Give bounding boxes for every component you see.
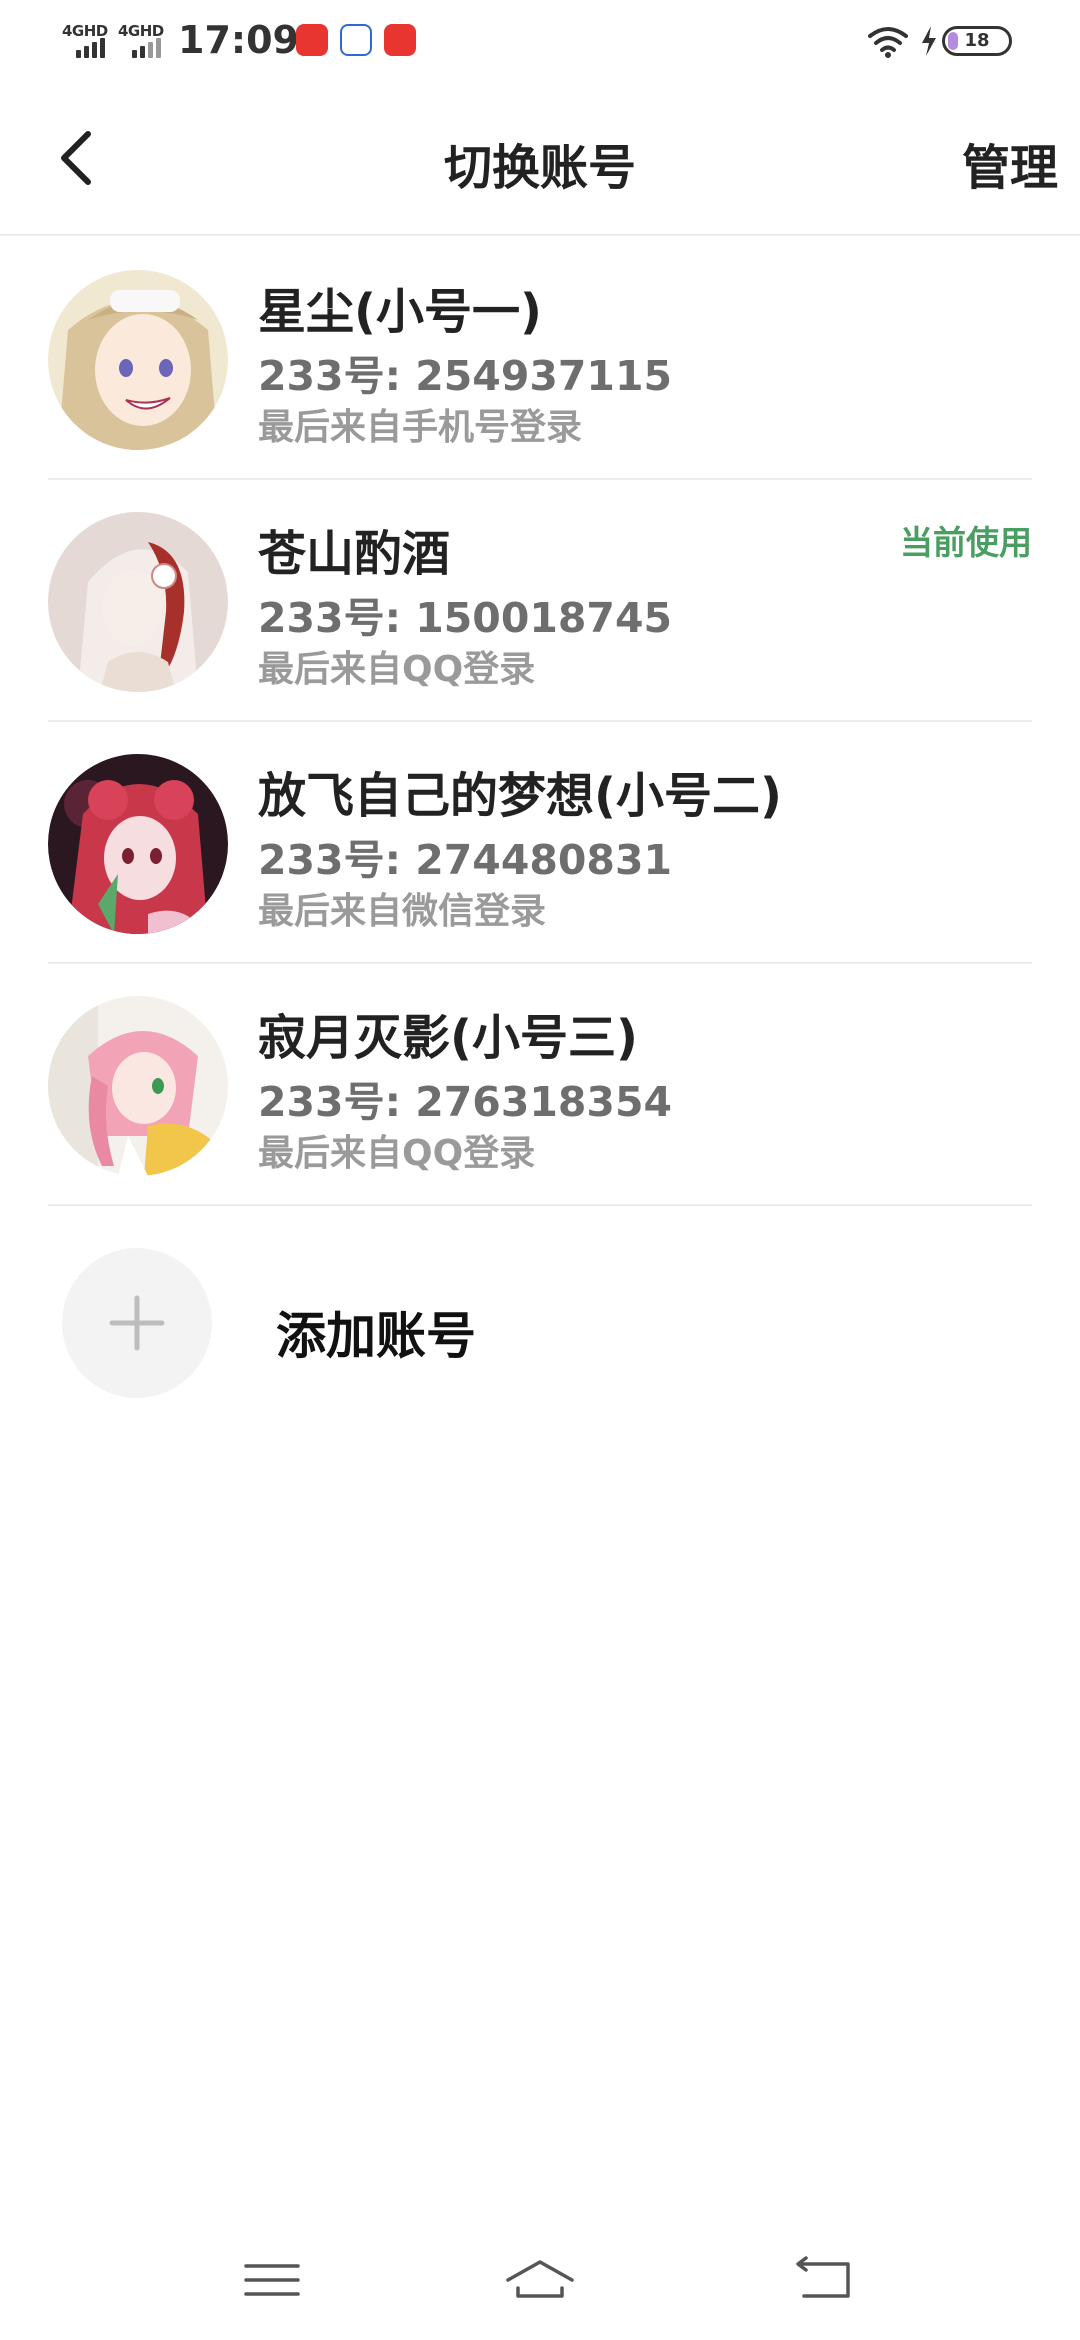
system-nav-bar	[0, 2220, 1080, 2340]
home-icon[interactable]	[500, 2250, 580, 2310]
battery-indicator: 18	[942, 26, 1012, 56]
avatar	[48, 270, 228, 450]
manage-button[interactable]: 管理	[962, 128, 1058, 198]
back-icon[interactable]	[784, 2250, 864, 2310]
account-id: 233号: 254937115	[258, 352, 673, 400]
add-account-button[interactable]: 添加账号	[62, 1248, 1022, 1398]
account-last-login: 最后来自微信登录	[258, 891, 547, 932]
menu-icon[interactable]	[232, 2250, 312, 2310]
charging-icon	[922, 26, 936, 56]
signal-indicator-1: 4GHD	[62, 22, 118, 58]
wifi-icon	[868, 27, 908, 58]
account-item[interactable]: 寂月灭影(小号三) 233号: 276318354 最后来自QQ登录	[48, 964, 1032, 1206]
account-last-login: 最后来自QQ登录	[258, 649, 536, 690]
account-item[interactable]: 苍山酌酒 233号: 150018745 最后来自QQ登录 当前使用	[48, 480, 1032, 722]
account-last-login: 最后来自手机号登录	[258, 407, 583, 448]
avatar	[48, 512, 228, 692]
avatar	[48, 754, 228, 934]
battery-level: 18	[964, 30, 990, 51]
clock: 17:09	[178, 18, 299, 62]
plus-icon	[109, 1295, 165, 1351]
notification-app-icon	[296, 24, 328, 56]
avatar	[48, 996, 228, 1176]
account-name: 放飞自己的梦想(小号二)	[258, 768, 782, 824]
account-last-login: 最后来自QQ登录	[258, 1133, 536, 1174]
signal-indicator-2: 4GHD	[118, 22, 174, 58]
account-name: 寂月灭影(小号三)	[258, 1010, 638, 1066]
page-title: 切换账号	[443, 140, 636, 196]
current-account-badge: 当前使用	[900, 523, 1032, 562]
account-name: 星尘(小号一)	[258, 284, 542, 340]
account-item[interactable]: 放飞自己的梦想(小号二) 233号: 274480831 最后来自微信登录	[48, 722, 1032, 964]
account-id: 233号: 150018745	[258, 594, 673, 642]
status-bar: 4GHD 4GHD 17:09 18	[0, 0, 1080, 80]
account-item[interactable]: 星尘(小号一) 233号: 254937115 最后来自手机号登录	[48, 238, 1032, 480]
account-id: 233号: 274480831	[258, 836, 673, 884]
notification-app-icon	[384, 24, 416, 56]
account-id: 233号: 276318354	[258, 1078, 673, 1126]
add-account-label: 添加账号	[276, 1307, 476, 1365]
account-name: 苍山酌酒	[258, 526, 451, 582]
notification-app-icon	[340, 24, 372, 56]
header: 切换账号 管理	[0, 80, 1080, 236]
add-account-circle[interactable]	[62, 1248, 212, 1398]
